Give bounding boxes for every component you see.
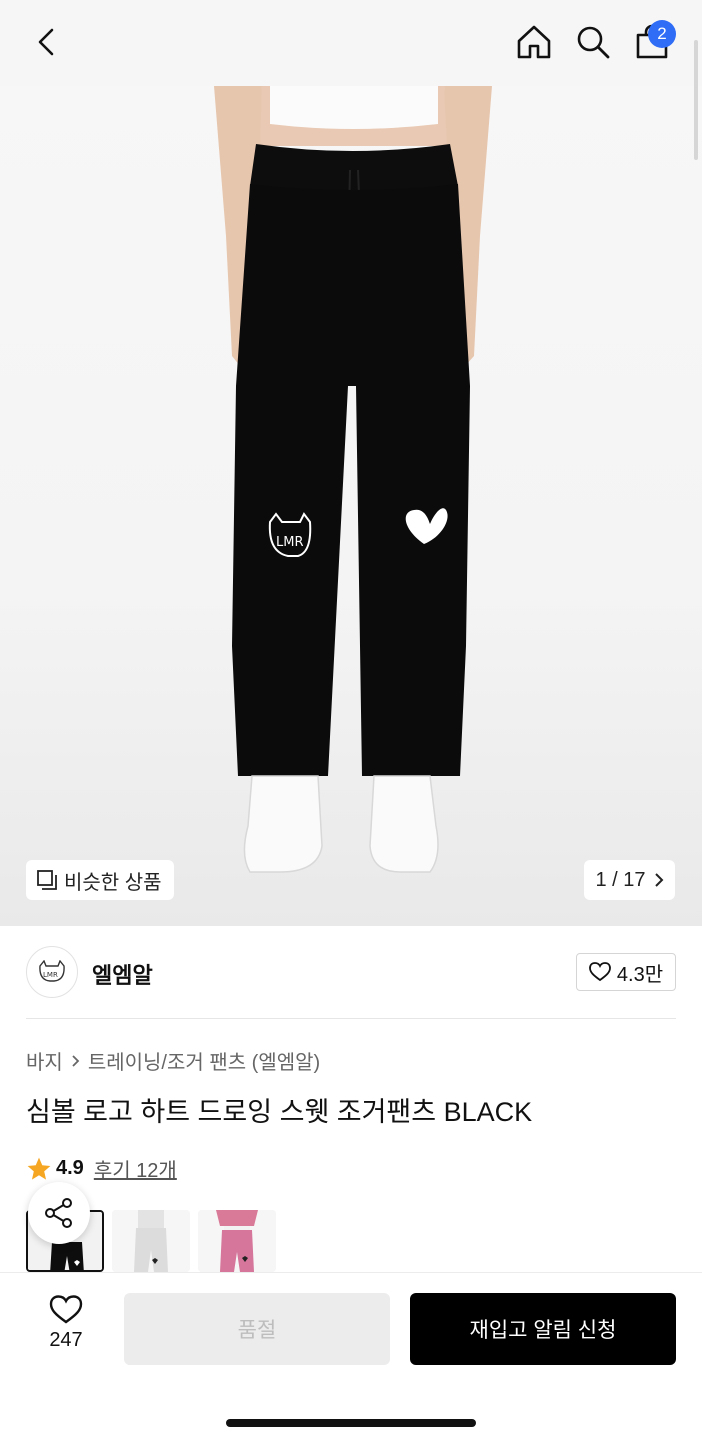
color-option-pink[interactable] [198, 1210, 276, 1272]
home-button[interactable] [510, 18, 558, 66]
similar-products-icon [37, 870, 57, 890]
brand-like-button[interactable]: 4.3만 [576, 953, 676, 991]
home-icon [517, 25, 551, 59]
image-pager-button[interactable]: 1 / 17 [584, 860, 675, 900]
image-pager-text: 1 / 17 [595, 868, 646, 891]
breadcrumb-category[interactable]: 바지 [26, 1046, 63, 1075]
heart-outline-icon [49, 1295, 83, 1324]
thumbnail-grey-pants [112, 1210, 190, 1272]
chevron-right-icon [72, 1054, 80, 1067]
cart-count-badge: 2 [648, 20, 676, 48]
similar-products-label: 비슷한 상품 [64, 871, 162, 894]
similar-products-button[interactable]: 비슷한 상품 [26, 860, 174, 900]
wishlist-button[interactable]: 247 [30, 1295, 102, 1352]
sold-out-button: 품절 [124, 1293, 390, 1365]
section-divider [26, 1018, 676, 1019]
search-button[interactable] [569, 18, 617, 66]
svg-text:LMR: LMR [276, 535, 304, 550]
review-count-link[interactable]: 후기 12개 [94, 1154, 177, 1183]
home-indicator[interactable] [226, 1419, 476, 1427]
chevron-right-icon [654, 873, 663, 887]
breadcrumb-subcategory[interactable]: 트레이닝/조거 팬츠 (엘엠알) [88, 1046, 320, 1075]
search-icon [577, 26, 610, 59]
scrollbar[interactable] [694, 40, 698, 160]
brand-name[interactable]: 엘엠알 [92, 958, 153, 990]
brand-logo[interactable]: LMR [26, 946, 78, 998]
rating-score: 4.9 [56, 1157, 84, 1179]
product-title: 심볼 로고 하트 드로잉 스웻 조거팬츠 BLACK [26, 1097, 533, 1127]
restock-alert-button[interactable]: 재입고 알림 신청 [410, 1293, 676, 1365]
chevron-left-icon [38, 28, 54, 56]
product-image[interactable]: LMR [0, 86, 702, 926]
heart-outline-icon [588, 962, 611, 982]
brand-logo-mark: LMR [39, 960, 65, 982]
star-icon [27, 1157, 51, 1180]
top-navigation-bar [0, 0, 702, 86]
product-photo-illustration: LMR [214, 86, 492, 873]
brand-row: LMR 엘엠알 4.3만 [26, 946, 676, 998]
share-icon [45, 1198, 72, 1228]
brand-logo-text: LMR [43, 971, 58, 979]
bottom-action-bar: 247 품절 재입고 알림 신청 [0, 1272, 702, 1440]
share-button[interactable] [28, 1182, 90, 1244]
rating-row: 4.9 후기 12개 [26, 1154, 177, 1183]
breadcrumb: 바지 트레이닝/조거 팬츠 (엘엠알) [26, 1046, 320, 1075]
thumbnail-pink-pants [198, 1210, 276, 1272]
back-button[interactable] [22, 18, 70, 66]
brand-like-count: 4.3만 [616, 963, 664, 986]
wishlist-count: 247 [49, 1329, 83, 1351]
color-option-grey[interactable] [112, 1210, 190, 1272]
